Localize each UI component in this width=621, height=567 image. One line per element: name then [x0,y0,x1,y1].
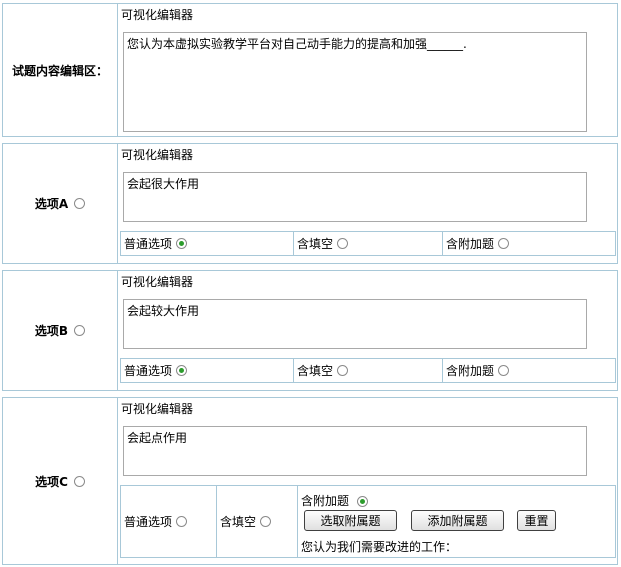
option-c-type-row: 普通选项 含填空 含附加题 选取附属题 添加附属题 重置 您认为我们需要改进的工… [120,485,616,558]
option-a-content-editor[interactable]: 会起很大作用 [123,172,587,222]
visual-editor-label: 可视化编辑器 [121,8,194,22]
type-fill-radio[interactable] [337,238,349,249]
option-b-content-editor[interactable]: 会起较大作用 [123,299,587,349]
type-normal-radio[interactable] [176,516,188,527]
type-fill-label: 含填空 [297,364,334,378]
type-attached-radio[interactable] [498,238,510,249]
attached-question-text: 您认为我们需要改进的工作： [301,540,458,554]
option-a-editor-area: 可视化编辑器 会起很大作用 普通选项 含填空 含附加题 [118,144,617,263]
option-b-type-normal[interactable]: 普通选项 [121,359,294,382]
option-b-radio[interactable] [74,325,86,336]
attached-header: 含附加题 [301,492,368,509]
select-attached-button[interactable]: 选取附属题 [304,510,397,531]
type-attached-radio[interactable] [498,365,510,376]
type-fill-label: 含填空 [220,515,257,529]
visual-editor-label: 可视化编辑器 [121,148,194,162]
question-label: 试题内容编辑区： [3,4,118,136]
option-b-panel: 选项B 可视化编辑器 会起较大作用 普通选项 含填空 含附加题 [2,270,618,391]
reset-button[interactable]: 重置 [517,510,556,531]
type-normal-label: 普通选项 [124,515,173,529]
option-b-type-attached[interactable]: 含附加题 [443,359,615,382]
question-panel: 试题内容编辑区： 可视化编辑器 您认为本虚拟实验教学平台对自己动手能力的提高和加… [2,3,618,137]
option-c-content-editor[interactable]: 会起点作用 [123,426,587,476]
option-c-panel: 选项C 可视化编辑器 会起点作用 普通选项 含填空 含附加题 选取附属题 添加附… [2,397,618,565]
option-a-label-cell: 选项A [3,144,118,263]
type-normal-label: 普通选项 [124,364,173,378]
option-a-radio[interactable] [74,198,86,209]
option-c-label-cell: 选项C [3,398,118,564]
option-b-label-cell: 选项B [3,271,118,390]
add-attached-button[interactable]: 添加附属题 [411,510,504,531]
option-a-type-attached[interactable]: 含附加题 [443,232,615,255]
type-normal-radio[interactable] [176,238,188,249]
visual-editor-label: 可视化编辑器 [121,402,194,416]
type-attached-radio[interactable] [356,496,368,507]
type-fill-radio[interactable] [337,365,349,376]
option-c-label: 选项C [35,474,68,489]
option-b-type-row: 普通选项 含填空 含附加题 [120,358,616,383]
option-a-type-normal[interactable]: 普通选项 [121,232,294,255]
option-a-label: 选项A [34,197,69,211]
option-c-type-fill[interactable]: 含填空 [217,486,298,557]
option-a-type-fill[interactable]: 含填空 [294,232,443,255]
question-editor-area: 可视化编辑器 您认为本虚拟实验教学平台对自己动手能力的提高和加强______. [118,4,617,136]
type-fill-label: 含填空 [297,237,334,251]
option-c-type-attached: 含附加题 选取附属题 添加附属题 重置 您认为我们需要改进的工作： [298,486,615,557]
type-normal-radio[interactable] [176,365,188,376]
type-fill-radio[interactable] [260,516,272,527]
option-c-editor-area: 可视化编辑器 会起点作用 普通选项 含填空 含附加题 选取附属题 添加附属题 重… [118,398,617,564]
option-c-type-normal[interactable]: 普通选项 [121,486,217,557]
type-normal-label: 普通选项 [124,237,173,251]
type-attached-label: 含附加题 [301,494,350,508]
option-b-label: 选项B [34,324,69,338]
option-a-type-row: 普通选项 含填空 含附加题 [120,231,616,256]
option-b-editor-area: 可视化编辑器 会起较大作用 普通选项 含填空 含附加题 [118,271,617,390]
visual-editor-label: 可视化编辑器 [121,275,194,289]
option-c-radio[interactable] [73,475,85,487]
question-content-editor[interactable]: 您认为本虚拟实验教学平台对自己动手能力的提高和加强______. [123,32,587,132]
type-attached-label: 含附加题 [446,237,495,251]
option-a-panel: 选项A 可视化编辑器 会起很大作用 普通选项 含填空 含附加题 [2,143,618,264]
type-attached-label: 含附加题 [446,364,495,378]
option-b-type-fill[interactable]: 含填空 [294,359,443,382]
